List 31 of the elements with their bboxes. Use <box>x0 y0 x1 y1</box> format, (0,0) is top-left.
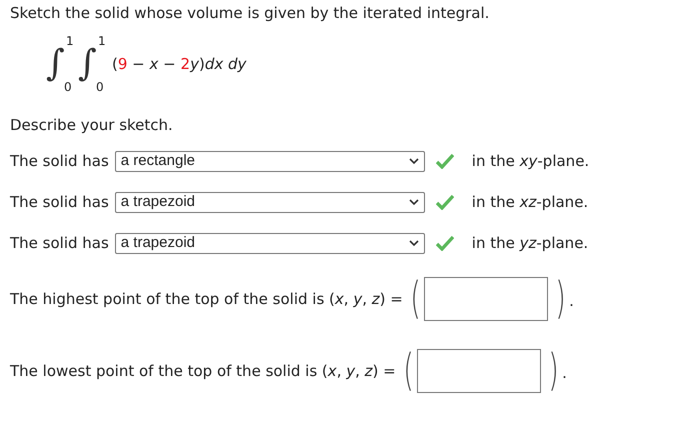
lower-limit: 0 <box>64 80 72 94</box>
parenthesis: ( <box>410 272 421 326</box>
parenthesis: ) <box>548 344 559 398</box>
question-text: The highest point of the top of the solid is (x, y, z) = <box>10 288 403 310</box>
answer-label: in the xy-plane. <box>472 150 590 172</box>
dropdown[interactable]: a trapezoid <box>114 232 425 254</box>
upper-limit: 1 <box>66 34 74 48</box>
lower-limit: 0 <box>96 80 104 94</box>
dropdown[interactable]: a trapezoid <box>114 192 425 212</box>
answer-label: The solid has <box>10 150 109 172</box>
chevron-icon <box>408 198 419 206</box>
question-prompt: Sketch the solid whose volume is given by the iterated integral. <box>10 3 490 24</box>
question-text: The lowest point of the top of the solid is (x, y, z) = <box>10 360 396 382</box>
upper-limit: 1 <box>98 34 106 48</box>
chevron-icon <box>408 240 419 246</box>
dropdown[interactable]: a rectangle <box>114 150 425 172</box>
answer-label: The solid has <box>10 192 109 213</box>
integrand: (9 − x − 2y)dx dy <box>112 54 246 75</box>
answer-field[interactable] <box>416 349 541 393</box>
answer-field[interactable] <box>424 277 548 321</box>
answer-label: in the xz-plane. <box>472 192 588 213</box>
instruction-text: Describe your sketch. <box>10 115 174 136</box>
period: . <box>562 362 567 384</box>
answer-label: The solid has <box>10 232 109 254</box>
parenthesis: ( <box>403 344 414 398</box>
chevron-icon <box>408 158 419 164</box>
answer-label: in the yz-plane. <box>472 232 588 254</box>
period: . <box>569 290 574 312</box>
integral-sign: ∫ <box>46 42 65 84</box>
integral-sign: ∫ <box>78 42 97 84</box>
parenthesis: ) <box>555 272 566 326</box>
